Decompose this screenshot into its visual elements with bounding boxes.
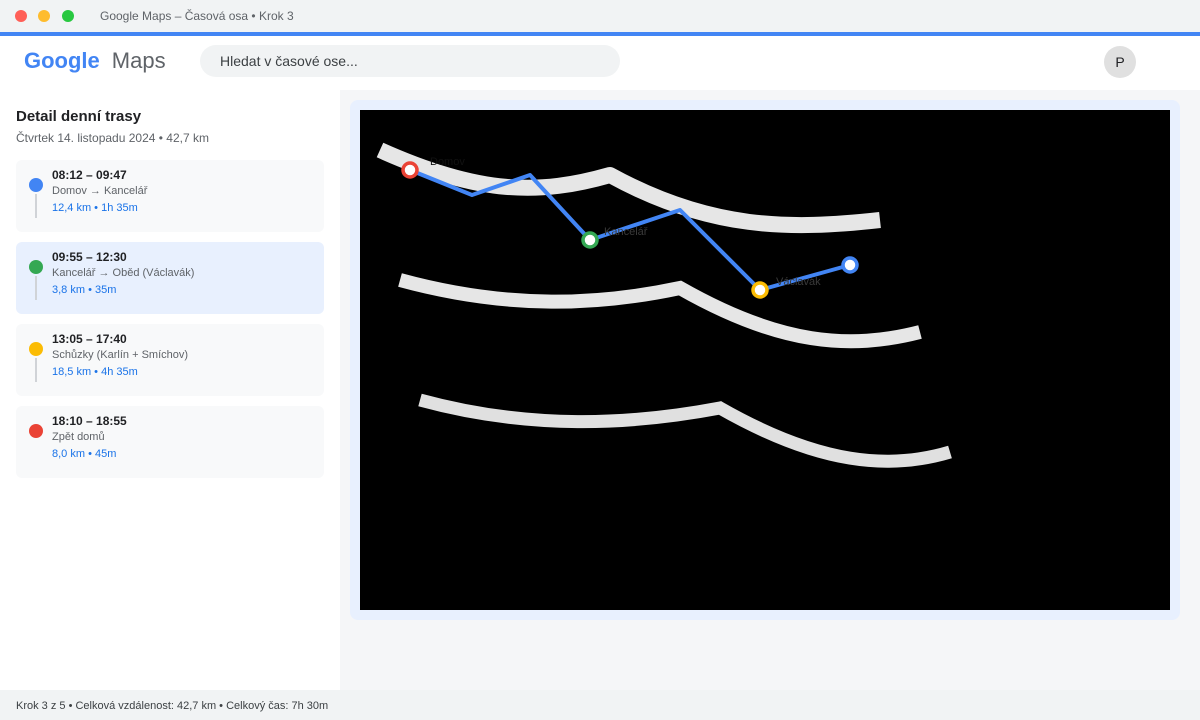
map-frame: Domov Kancelář Václavák [350,100,1180,620]
segment-meta: 8,0 km • 45m [52,448,117,460]
segment-dot [29,424,43,438]
marker-home[interactable] [401,161,419,179]
segment-meta: 12,4 km • 1h 35m [52,202,138,214]
segment-place: Zpět domů [52,431,105,443]
search-input[interactable] [200,45,620,77]
river-band-2 [398,273,922,349]
segment-time: 13:05 – 17:40 [52,332,127,346]
timeline-segment-3[interactable]: 13:05 – 17:40 Schůzky (Karlín + Smíchov)… [16,324,324,396]
maximize-window-button[interactable] [62,10,74,22]
sidebar-subtitle: Čtvrtek 14. listopadu 2024 • 42,7 km [16,131,209,145]
segment-connector [35,276,37,300]
marker-label-vaclavak: Václavák [776,276,821,288]
timeline-segment-1[interactable]: 08:12 – 09:47 Domov → Kancelář 12,4 km •… [16,160,324,232]
map-area: Domov Kancelář Václavák [340,90,1200,690]
river-band-3 [418,393,952,468]
segment-dot [29,178,43,192]
logo-secondary: Maps [111,48,166,73]
logo-primary: Google [24,48,100,73]
map-canvas[interactable]: Domov Kancelář Václavák [360,110,1170,610]
sidebar-title: Detail denní trasy [16,108,142,125]
segment-place: Schůzky (Karlín + Smíchov) [52,349,189,361]
app-logo[interactable]: Google Maps [24,48,166,74]
segment-connector [35,194,37,218]
status-bar: Krok 3 z 5 • Celková vzdálenost: 42,7 km… [0,690,1200,720]
segment-place: Domov → Kancelář [52,185,148,197]
marker-label-home: Domov [430,156,465,168]
minimize-window-button[interactable] [38,10,50,22]
segment-dot [29,260,43,274]
segment-dot [29,342,43,356]
segment-place: Kancelář → Oběd (Václavák) [52,267,195,279]
segment-meta: 18,5 km • 4h 35m [52,366,138,378]
marker-label-office: Kancelář [604,226,648,238]
window-title: Google Maps – Časová osa • Krok 3 [100,9,294,23]
close-window-button[interactable] [15,10,27,22]
segment-time: 09:55 – 12:30 [52,250,127,264]
marker-vaclavak[interactable] [751,281,769,299]
segment-connector [35,358,37,382]
segment-time: 08:12 – 09:47 [52,168,127,182]
status-text: Krok 3 z 5 • Celková vzdálenost: 42,7 km… [16,700,329,712]
segment-meta: 3,8 km • 35m [52,284,117,296]
user-avatar[interactable]: P [1104,46,1136,78]
window-titlebar: Google Maps – Časová osa • Krok 3 [0,0,1200,32]
marker-current[interactable] [841,256,859,274]
route-detail-sidebar: Detail denní trasy Čtvrtek 14. listopadu… [0,90,340,690]
timeline-segment-4[interactable]: 18:10 – 18:55 Zpět domů 8,0 km • 45m [16,406,324,478]
app-header: Google Maps P [0,36,1200,90]
marker-office[interactable] [581,231,599,249]
timeline-segment-2[interactable]: 09:55 – 12:30 Kancelář → Oběd (Václavák)… [16,242,324,314]
segment-time: 18:10 – 18:55 [52,414,127,428]
route-map: Domov Kancelář Václavák [376,142,952,468]
